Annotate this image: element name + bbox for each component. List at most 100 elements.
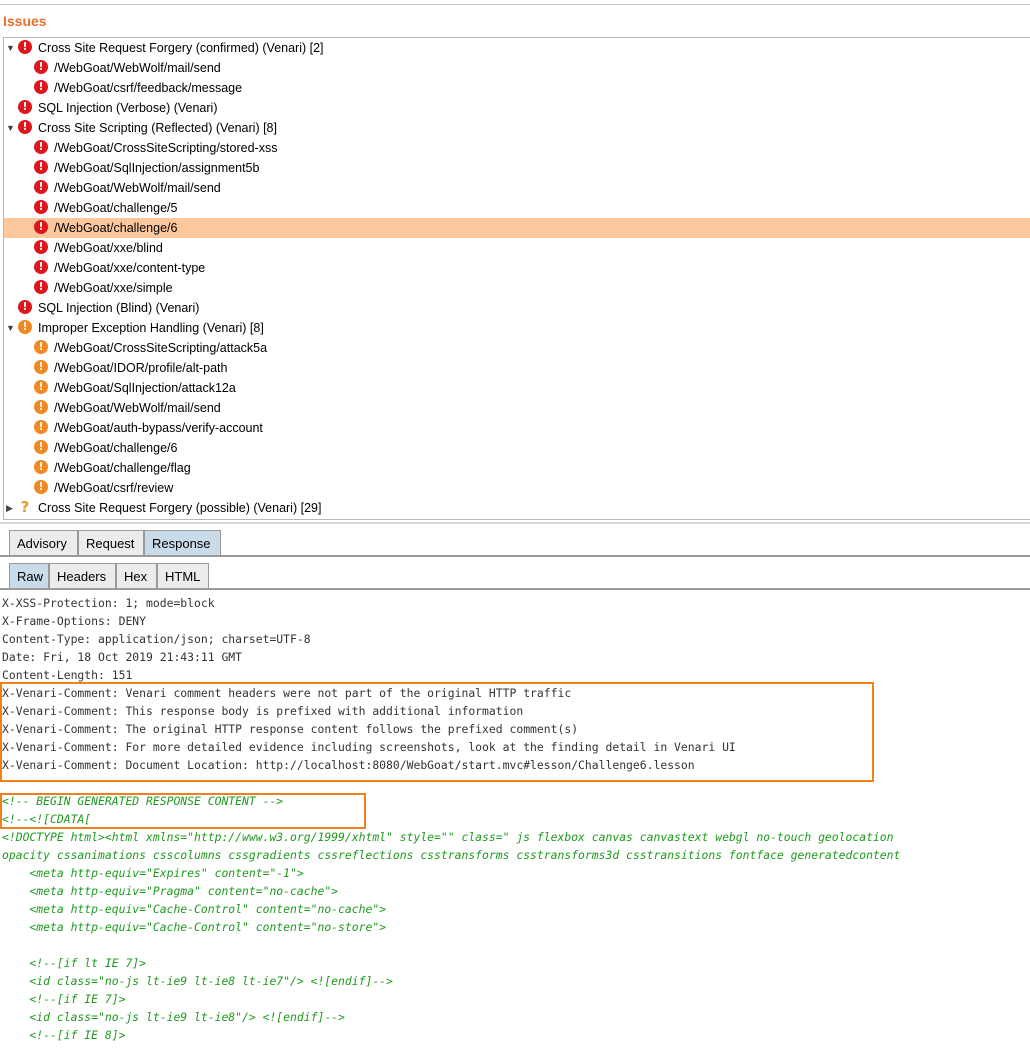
- response-body-line: <!DOCTYPE html><html xmlns="http://www.w…: [2, 830, 894, 844]
- issue-label: /WebGoat/IDOR/profile/alt-path: [54, 361, 228, 375]
- issue-label: /WebGoat/csrf/review: [54, 481, 174, 495]
- collapse-arrow-icon[interactable]: ▼: [6, 38, 16, 58]
- issue-instance-row[interactable]: ! /WebGoat/csrf/feedback/message: [4, 78, 1030, 98]
- issue-label: SQL Injection (Blind) (Venari): [38, 301, 200, 315]
- issue-label: /WebGoat/challenge/flag: [54, 461, 191, 475]
- high-severity-icon: !: [34, 220, 48, 234]
- issue-instance-row[interactable]: ! /WebGoat/challenge/flag: [4, 458, 1030, 478]
- response-view-tabs-underline: [0, 588, 1030, 590]
- response-header-line: Content-Type: application/json; charset=…: [2, 632, 311, 646]
- issue-instance-row[interactable]: ! /WebGoat/IDOR/profile/alt-path: [4, 358, 1030, 378]
- issue-label: /WebGoat/challenge/6: [54, 221, 178, 235]
- issue-label: /WebGoat/SqlInjection/assignment5b: [54, 161, 260, 175]
- medium-severity-icon: !: [18, 320, 32, 334]
- question-severity-icon: ?: [20, 498, 30, 516]
- issue-label: /WebGoat/WebWolf/mail/send: [54, 181, 221, 195]
- response-body-line: <id class="no-js lt-ie9 lt-ie8"/> <![end…: [2, 1010, 345, 1024]
- issue-label: Improper Exception Handling (Venari) [8]: [38, 321, 264, 335]
- response-body-line: <!--[if IE 8]>: [2, 1028, 126, 1042]
- medium-severity-icon: !: [34, 460, 48, 474]
- issue-instance-row[interactable]: ! /WebGoat/SqlInjection/attack12a: [4, 378, 1030, 398]
- issue-category-row[interactable]: ▼! Cross Site Request Forgery (confirmed)…: [4, 38, 1030, 58]
- high-severity-icon: !: [34, 160, 48, 174]
- issue-label: /WebGoat/xxe/blind: [54, 241, 163, 255]
- response-body-line: <!--[if IE 7]>: [2, 992, 126, 1006]
- tab-advisory[interactable]: Advisory: [9, 530, 78, 555]
- high-severity-icon: !: [34, 200, 48, 214]
- issue-label: /WebGoat/WebWolf/mail/send: [54, 61, 221, 75]
- issue-instance-row[interactable]: ! /WebGoat/CrossSiteScripting/attack5a: [4, 338, 1030, 358]
- issue-instance-row[interactable]: ! /WebGoat/WebWolf/mail/send: [4, 398, 1030, 418]
- issue-instance-row[interactable]: ! /WebGoat/challenge/6: [4, 218, 1030, 238]
- high-severity-icon: !: [18, 100, 32, 114]
- response-body-line: opacity cssanimations csscolumns cssgrad…: [2, 848, 901, 862]
- issue-instance-row[interactable]: ! /WebGoat/xxe/blind: [4, 238, 1030, 258]
- issue-instance-row[interactable]: ! /WebGoat/SqlInjection/assignment5b: [4, 158, 1030, 178]
- response-body-line: <meta http-equiv="Cache-Control" content…: [2, 902, 387, 916]
- response-body-line: <!--[if lt IE 7]>: [2, 956, 147, 970]
- issue-category-row[interactable]: ! SQL Injection (Blind) (Venari): [4, 298, 1030, 318]
- high-severity-icon: !: [34, 180, 48, 194]
- issue-label: /WebGoat/CrossSiteScripting/attack5a: [54, 341, 268, 355]
- issue-instance-row[interactable]: ! /WebGoat/xxe/content-type: [4, 258, 1030, 278]
- tab-raw[interactable]: Raw: [9, 563, 49, 588]
- issue-category-row[interactable]: ▼! Improper Exception Handling (Venari) […: [4, 318, 1030, 338]
- venari-comment-highlight: [0, 682, 874, 782]
- issue-instance-row[interactable]: ! /WebGoat/auth-bypass/verify-account: [4, 418, 1030, 438]
- issue-label: SQL Injection (Verbose) (Venari): [38, 101, 218, 115]
- medium-severity-icon: !: [34, 440, 48, 454]
- high-severity-icon: !: [34, 140, 48, 154]
- high-severity-icon: !: [18, 120, 32, 134]
- issue-instance-row[interactable]: ! /WebGoat/WebWolf/mail/send: [4, 58, 1030, 78]
- issue-label: /WebGoat/auth-bypass/verify-account: [54, 421, 263, 435]
- split-divider[interactable]: [0, 522, 1030, 524]
- medium-severity-icon: !: [34, 420, 48, 434]
- issue-instance-row[interactable]: ! /WebGoat/CrossSiteScripting/stored-xss: [4, 138, 1030, 158]
- tab-headers[interactable]: Headers: [49, 563, 116, 588]
- issue-label: /WebGoat/xxe/simple: [54, 281, 173, 295]
- medium-severity-icon: !: [34, 480, 48, 494]
- issue-instance-row[interactable]: ! /WebGoat/challenge/6: [4, 438, 1030, 458]
- issue-label: /WebGoat/CrossSiteScripting/stored-xss: [54, 141, 278, 155]
- medium-severity-icon: !: [34, 380, 48, 394]
- issue-label: /WebGoat/challenge/6: [54, 441, 178, 455]
- expand-arrow-icon[interactable]: ▶: [6, 498, 16, 518]
- issue-label: /WebGoat/xxe/content-type: [54, 261, 206, 275]
- medium-severity-icon: !: [34, 340, 48, 354]
- high-severity-icon: !: [18, 40, 32, 54]
- response-body-line: <meta http-equiv="Expires" content="-1">: [2, 866, 304, 880]
- issue-label: /WebGoat/challenge/5: [54, 201, 178, 215]
- issue-instance-row[interactable]: ! /WebGoat/csrf/review: [4, 478, 1030, 498]
- issue-label: Cross Site Request Forgery (confirmed) (…: [38, 41, 324, 55]
- issue-label: /WebGoat/csrf/feedback/message: [54, 81, 243, 95]
- issue-category-row[interactable]: ! SQL Injection (Verbose) (Venari): [4, 98, 1030, 118]
- issue-label: /WebGoat/WebWolf/mail/send: [54, 401, 221, 415]
- high-severity-icon: !: [34, 260, 48, 274]
- tab-request[interactable]: Request: [78, 530, 144, 555]
- high-severity-icon: !: [34, 280, 48, 294]
- generated-content-highlight: [0, 793, 366, 829]
- collapse-arrow-icon[interactable]: ▼: [6, 318, 16, 338]
- issues-tree[interactable]: ▼! Cross Site Request Forgery (confirmed)…: [3, 37, 1030, 520]
- response-body-line: <meta http-equiv="Pragma" content="no-ca…: [2, 884, 339, 898]
- response-header-line: X-Frame-Options: DENY: [2, 614, 147, 628]
- high-severity-icon: !: [34, 80, 48, 94]
- high-severity-icon: !: [34, 60, 48, 74]
- medium-severity-icon: !: [34, 360, 48, 374]
- collapse-arrow-icon[interactable]: ▼: [6, 118, 16, 138]
- issue-category-row[interactable]: ▼! Cross Site Scripting (Reflected) (Vena…: [4, 118, 1030, 138]
- tab-html[interactable]: HTML: [157, 563, 209, 588]
- issue-instance-row[interactable]: ! /WebGoat/WebWolf/mail/send: [4, 178, 1030, 198]
- issue-instance-row[interactable]: ! /WebGoat/challenge/5: [4, 198, 1030, 218]
- tab-response[interactable]: Response: [144, 530, 221, 555]
- issue-label: Cross Site Scripting (Reflected) (Venari…: [38, 121, 277, 135]
- issue-label: /WebGoat/SqlInjection/attack12a: [54, 381, 236, 395]
- response-body-line: <meta http-equiv="Cache-Control" content…: [2, 920, 387, 934]
- tab-hex[interactable]: Hex: [116, 563, 157, 588]
- high-severity-icon: !: [18, 300, 32, 314]
- response-header-line: Date: Fri, 18 Oct 2019 21:43:11 GMT: [2, 650, 243, 664]
- issue-label: Cross Site Request Forgery (possible) (V…: [38, 501, 322, 515]
- issue-category-row[interactable]: ▶? Cross Site Request Forgery (possible) …: [4, 498, 1030, 518]
- issue-instance-row[interactable]: ! /WebGoat/xxe/simple: [4, 278, 1030, 298]
- response-header-line: X-XSS-Protection: 1; mode=block: [2, 596, 215, 610]
